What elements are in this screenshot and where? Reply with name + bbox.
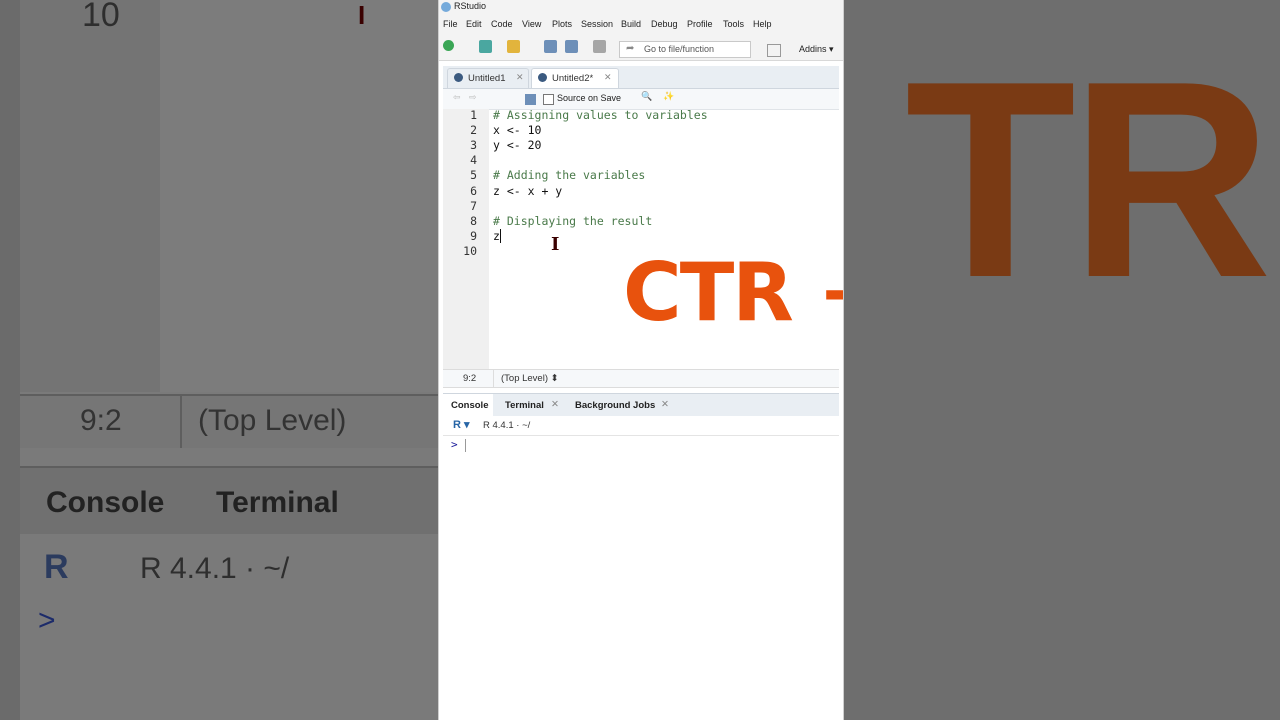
tab-untitled2[interactable]: Untitled2* ✕ bbox=[531, 68, 619, 88]
line-number: 4 bbox=[470, 153, 477, 168]
menu-file[interactable]: File bbox=[443, 19, 458, 29]
code-comment-line: # Displaying the result bbox=[493, 213, 653, 228]
text-caret bbox=[500, 229, 501, 243]
open-file-icon[interactable] bbox=[507, 40, 520, 53]
scope-level-label: (Top Level) bbox=[501, 373, 548, 384]
source-on-save-label: Source on Save bbox=[557, 93, 622, 103]
tab-label: Untitled1 bbox=[468, 73, 506, 84]
editor-status-bar: 9:2 (Top Level) ⬍ bbox=[443, 369, 839, 388]
title-bar: RStudio bbox=[439, 0, 843, 14]
save-all-icon[interactable] bbox=[565, 40, 578, 53]
save-icon[interactable] bbox=[525, 94, 536, 105]
editor-tab-strip: Untitled1 ✕ Untitled2* ✕ bbox=[443, 66, 839, 89]
menu-build[interactable]: Build bbox=[621, 19, 641, 29]
goto-arrow-icon: ➦ bbox=[626, 43, 635, 54]
tab-label: Untitled2* bbox=[552, 73, 594, 84]
line-number: 2 bbox=[470, 123, 477, 138]
cursor-position: 9:2 bbox=[463, 373, 477, 384]
line-number: 7 bbox=[470, 198, 477, 213]
editor-toolbar: ⇦ ⇨ Source on Save 🔍 ✨ bbox=[443, 89, 839, 110]
console-tab-strip: Console Terminal ✕ Background Jobs ✕ bbox=[443, 393, 839, 417]
r-version: R 4.4.1 · ~/ bbox=[483, 420, 531, 431]
status-divider bbox=[493, 370, 494, 387]
menu-plots[interactable]: Plots bbox=[552, 19, 572, 29]
menu-help[interactable]: Help bbox=[753, 19, 772, 29]
code-line: z bbox=[493, 228, 500, 243]
r-file-icon bbox=[538, 73, 547, 82]
menu-tools[interactable]: Tools bbox=[723, 19, 744, 29]
print-icon[interactable] bbox=[593, 40, 606, 53]
background-terminal-tab: Terminal bbox=[216, 486, 339, 519]
background-gutter bbox=[20, 0, 160, 392]
code-line: x <- 10 bbox=[493, 123, 542, 138]
rstudio-logo-icon bbox=[441, 2, 451, 12]
menu-code[interactable]: Code bbox=[491, 19, 513, 29]
background-status-level: (Top Level) bbox=[198, 404, 347, 437]
magic-wand-icon[interactable]: ✨ bbox=[663, 91, 674, 102]
tab-untitled1[interactable]: Untitled1 ✕ bbox=[447, 68, 529, 88]
console-caret bbox=[465, 439, 466, 452]
overlay-text: CTR + bbox=[623, 246, 843, 339]
scope-level[interactable]: (Top Level) ⬍ bbox=[501, 373, 559, 384]
background-line-number: 10 bbox=[82, 0, 120, 34]
new-project-icon[interactable] bbox=[479, 40, 492, 53]
menu-profile[interactable]: Profile bbox=[687, 19, 713, 29]
line-number: 1 bbox=[470, 108, 477, 122]
source-on-save-checkbox[interactable] bbox=[543, 94, 554, 105]
r-logo-icon[interactable]: R ▾ bbox=[453, 418, 470, 431]
tab-label: Console bbox=[451, 400, 489, 411]
back-icon[interactable]: ⇦ bbox=[453, 92, 461, 103]
goto-file-input[interactable]: ➦ Go to file/function bbox=[619, 41, 751, 58]
code-line: y <- 20 bbox=[493, 138, 542, 153]
menu-session[interactable]: Session bbox=[581, 19, 613, 29]
save-icon[interactable] bbox=[544, 40, 557, 53]
window-title: RStudio bbox=[454, 1, 487, 11]
addins-label: Addins bbox=[799, 44, 827, 54]
background-status-divider bbox=[180, 396, 182, 448]
background-r-logo-icon: R bbox=[44, 548, 69, 586]
tab-terminal[interactable]: Terminal ✕ bbox=[497, 394, 563, 416]
tab-label: Background Jobs bbox=[575, 400, 656, 411]
code-line: z <- x + y bbox=[493, 183, 563, 198]
code-comment-line: # Assigning values to variables bbox=[493, 108, 708, 122]
line-number: 5 bbox=[470, 168, 477, 183]
tab-console[interactable]: Console bbox=[443, 394, 493, 416]
background-console-tabs: Console Terminal bbox=[20, 466, 438, 536]
menu-edit[interactable]: Edit bbox=[466, 19, 482, 29]
close-icon[interactable]: ✕ bbox=[551, 399, 559, 410]
background-status-position: 9:2 bbox=[80, 404, 122, 437]
line-number: 9 bbox=[470, 228, 477, 243]
background-status-bar: 9:2 (Top Level) bbox=[20, 394, 438, 448]
addins-button[interactable]: Addins ▾ bbox=[799, 44, 834, 55]
menu-bar: File Edit Code View Plots Session Build … bbox=[439, 14, 843, 34]
rstudio-window: RStudio File Edit Code View Plots Sessio… bbox=[438, 0, 844, 720]
background-console-tab: Console bbox=[46, 486, 165, 519]
line-number: 8 bbox=[470, 213, 477, 228]
search-icon[interactable]: 🔍 bbox=[641, 91, 652, 102]
background-ibeam-icon: I bbox=[358, 0, 366, 30]
pane-layout-icon[interactable] bbox=[767, 44, 781, 57]
goto-placeholder: Go to file/function bbox=[644, 44, 715, 54]
background-prompt: > bbox=[38, 604, 56, 637]
close-icon[interactable]: ✕ bbox=[516, 72, 524, 83]
background-big-text: TR + bbox=[905, 24, 1280, 336]
menu-view[interactable]: View bbox=[522, 19, 541, 29]
new-file-icon[interactable] bbox=[443, 40, 454, 51]
line-number: 3 bbox=[470, 138, 477, 153]
code-comment-line: # Adding the variables bbox=[493, 168, 646, 183]
tab-background-jobs[interactable]: Background Jobs ✕ bbox=[567, 394, 675, 416]
forward-icon[interactable]: ⇨ bbox=[469, 92, 477, 103]
console-header: R ▾ R 4.4.1 · ~/ bbox=[443, 416, 839, 436]
r-file-icon bbox=[454, 73, 463, 82]
console-prompt: > bbox=[451, 438, 458, 451]
background-r-version: R 4.4.1 · ~/ bbox=[140, 552, 290, 585]
close-icon[interactable]: ✕ bbox=[661, 399, 669, 410]
ibeam-cursor-icon: I bbox=[551, 234, 560, 255]
line-number: 6 bbox=[470, 183, 477, 198]
console-output[interactable]: > bbox=[443, 436, 839, 716]
tab-label: Terminal bbox=[505, 400, 544, 411]
menu-debug[interactable]: Debug bbox=[651, 19, 678, 29]
line-number: 10 bbox=[463, 243, 477, 258]
close-icon[interactable]: ✕ bbox=[604, 72, 612, 83]
